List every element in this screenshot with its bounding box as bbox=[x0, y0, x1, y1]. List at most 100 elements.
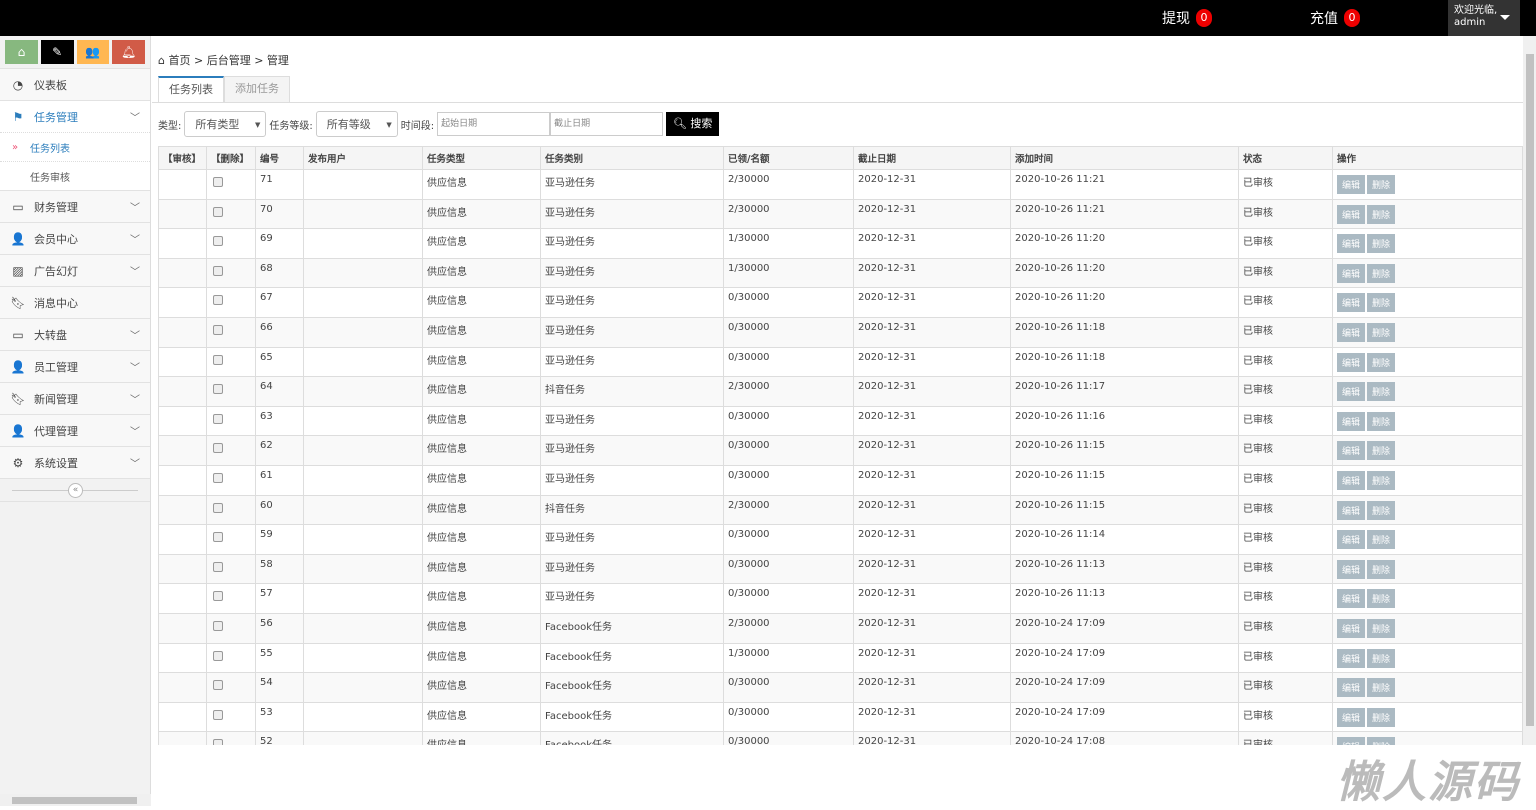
edit-button[interactable]: 编辑 bbox=[1337, 648, 1366, 668]
home-shortcut[interactable]: ⌂ bbox=[5, 40, 38, 64]
edit-button[interactable]: 编辑 bbox=[1337, 352, 1366, 372]
sidebar-item[interactable]: ▨ 广告幻灯 ﹀ bbox=[0, 254, 150, 286]
delete-button[interactable]: 删除 bbox=[1367, 470, 1396, 490]
delete-button[interactable]: 删除 bbox=[1367, 441, 1396, 461]
row-checkbox[interactable] bbox=[213, 561, 223, 572]
main-vertical-scrollbar[interactable] bbox=[1523, 36, 1536, 745]
delete-button[interactable]: 删除 bbox=[1367, 175, 1396, 194]
id-cell: 58 bbox=[255, 553, 304, 585]
row-checkbox[interactable] bbox=[213, 591, 223, 602]
delete-button[interactable]: 删除 bbox=[1367, 322, 1396, 342]
sidebar-item[interactable]: 👤 会员中心 ﹀ bbox=[0, 222, 150, 254]
delete-button[interactable]: 删除 bbox=[1367, 559, 1396, 579]
edit-button[interactable]: 编辑 bbox=[1337, 678, 1366, 698]
edit-button[interactable]: 编辑 bbox=[1337, 322, 1366, 342]
row-checkbox[interactable] bbox=[213, 739, 223, 745]
row-checkbox[interactable] bbox=[213, 295, 223, 306]
row-checkbox[interactable] bbox=[213, 265, 223, 276]
edit-button[interactable]: 编辑 bbox=[1337, 707, 1366, 727]
row-checkbox[interactable] bbox=[213, 620, 223, 631]
delete-button[interactable]: 删除 bbox=[1367, 589, 1396, 609]
start-date-input[interactable]: 起始日期 bbox=[437, 112, 551, 136]
deadline-cell: 2020-12-31 bbox=[853, 464, 1011, 496]
row-checkbox[interactable] bbox=[213, 354, 223, 365]
row-checkbox[interactable] bbox=[213, 413, 223, 424]
tab-add-task[interactable]: 添加任务 bbox=[224, 76, 290, 102]
claimed-quota-cell: 0/30000 bbox=[723, 672, 854, 703]
user-menu[interactable]: 欢迎光临, admin bbox=[1448, 0, 1520, 36]
edit-button[interactable]: 编辑 bbox=[1337, 737, 1366, 745]
sidebar-item[interactable]: ▭ 财务管理 ﹀ bbox=[0, 190, 150, 222]
edit-button[interactable]: 编辑 bbox=[1337, 530, 1366, 550]
users-shortcut[interactable]: 👥 bbox=[76, 40, 110, 64]
sidebar-item[interactable]: 🔖︎ 新闻管理 ﹀ bbox=[0, 382, 150, 414]
delete-button[interactable]: 删除 bbox=[1367, 204, 1396, 224]
delete-button[interactable]: 删除 bbox=[1367, 293, 1396, 313]
row-checkbox[interactable] bbox=[213, 680, 223, 691]
sidebar-subitem[interactable]: 任务审核 bbox=[0, 161, 150, 190]
delete-button[interactable]: 删除 bbox=[1367, 707, 1396, 727]
row-checkbox[interactable] bbox=[213, 472, 223, 483]
sidebar-item[interactable]: ⚙ 系统设置 ﹀ bbox=[0, 446, 150, 478]
edit-button[interactable]: 编辑 bbox=[1337, 411, 1366, 431]
sidebar-subitem[interactable]: » 任务列表 bbox=[0, 132, 150, 161]
edit-button[interactable]: 编辑 bbox=[1337, 470, 1366, 490]
delete-button[interactable]: 删除 bbox=[1367, 678, 1396, 698]
sidebar-item[interactable]: ▭ 大转盘 ﹀ bbox=[0, 318, 150, 350]
breadcrumb-admin[interactable]: 后台管理 bbox=[207, 54, 251, 67]
level-select[interactable]: 所有等级 ▼ bbox=[315, 111, 398, 137]
delete-button[interactable]: 删除 bbox=[1367, 411, 1396, 431]
delete-button[interactable]: 删除 bbox=[1367, 352, 1396, 372]
sidebar-subitem-label: 任务审核 bbox=[30, 172, 70, 184]
collapse-button[interactable]: « bbox=[68, 483, 83, 498]
edit-shortcut[interactable]: ✎ bbox=[40, 40, 74, 64]
bell-shortcut[interactable]: 🔔︎ bbox=[112, 40, 145, 64]
sidebar-item[interactable]: 👤 代理管理 ﹀ bbox=[0, 414, 150, 446]
tab-task-list[interactable]: 任务列表 bbox=[158, 76, 224, 102]
delete-button[interactable]: 删除 bbox=[1367, 382, 1396, 402]
recharge-link[interactable]: 充值 0 bbox=[1310, 8, 1360, 28]
edit-button[interactable]: 编辑 bbox=[1337, 234, 1366, 254]
row-checkbox[interactable] bbox=[213, 206, 223, 217]
claimed-quota-cell: 0/30000 bbox=[723, 435, 854, 466]
breadcrumb-home[interactable]: 首页 bbox=[168, 54, 190, 67]
delete-button[interactable]: 删除 bbox=[1367, 530, 1396, 550]
edit-button[interactable]: 编辑 bbox=[1337, 204, 1366, 224]
edit-button[interactable]: 编辑 bbox=[1337, 441, 1366, 461]
sidebar-item[interactable]: ◔ 仪表板 bbox=[0, 68, 150, 100]
row-checkbox[interactable] bbox=[213, 532, 223, 543]
row-checkbox[interactable] bbox=[213, 709, 223, 720]
row-checkbox[interactable] bbox=[213, 177, 223, 187]
end-date-input[interactable]: 截止日期 bbox=[550, 112, 664, 136]
edit-button[interactable]: 编辑 bbox=[1337, 500, 1366, 520]
delete-button[interactable]: 删除 bbox=[1367, 648, 1396, 668]
type-select[interactable]: 所有类型 ▼ bbox=[184, 111, 267, 137]
row-checkbox[interactable] bbox=[213, 443, 223, 454]
delete-button[interactable]: 删除 bbox=[1367, 263, 1396, 283]
row-checkbox[interactable] bbox=[213, 650, 223, 661]
search-button[interactable]: 🔍︎ 搜索 bbox=[666, 112, 720, 136]
edit-button[interactable]: 编辑 bbox=[1337, 175, 1366, 194]
delete-button[interactable]: 删除 bbox=[1367, 737, 1396, 745]
edit-button[interactable]: 编辑 bbox=[1337, 589, 1366, 609]
withdraw-link[interactable]: 提现 0 bbox=[1162, 8, 1212, 28]
delete-button[interactable]: 删除 bbox=[1367, 618, 1396, 638]
row-checkbox[interactable] bbox=[213, 502, 223, 513]
sidebar-item[interactable]: 👤 员工管理 ﹀ bbox=[0, 350, 150, 382]
row-checkbox[interactable] bbox=[213, 324, 223, 335]
claimed-quota-cell: 1/30000 bbox=[723, 228, 854, 259]
row-checkbox[interactable] bbox=[213, 236, 223, 247]
delete-button[interactable]: 删除 bbox=[1367, 500, 1396, 520]
sidebar-item[interactable]: ⚑ 任务管理 ﹀ bbox=[0, 100, 150, 132]
row-checkbox[interactable] bbox=[213, 384, 223, 395]
sidebar-horizontal-scrollbar[interactable] bbox=[0, 794, 151, 806]
edit-button[interactable]: 编辑 bbox=[1337, 559, 1366, 579]
edit-button[interactable]: 编辑 bbox=[1337, 263, 1366, 283]
delete-button[interactable]: 删除 bbox=[1367, 234, 1396, 254]
edit-button[interactable]: 编辑 bbox=[1337, 293, 1366, 313]
edit-button[interactable]: 编辑 bbox=[1337, 618, 1366, 638]
publisher-cell bbox=[303, 701, 423, 733]
sidebar-item[interactable]: 🔖︎ 消息中心 bbox=[0, 286, 150, 318]
pencil-icon: ✎ bbox=[52, 45, 63, 59]
edit-button[interactable]: 编辑 bbox=[1337, 382, 1366, 402]
